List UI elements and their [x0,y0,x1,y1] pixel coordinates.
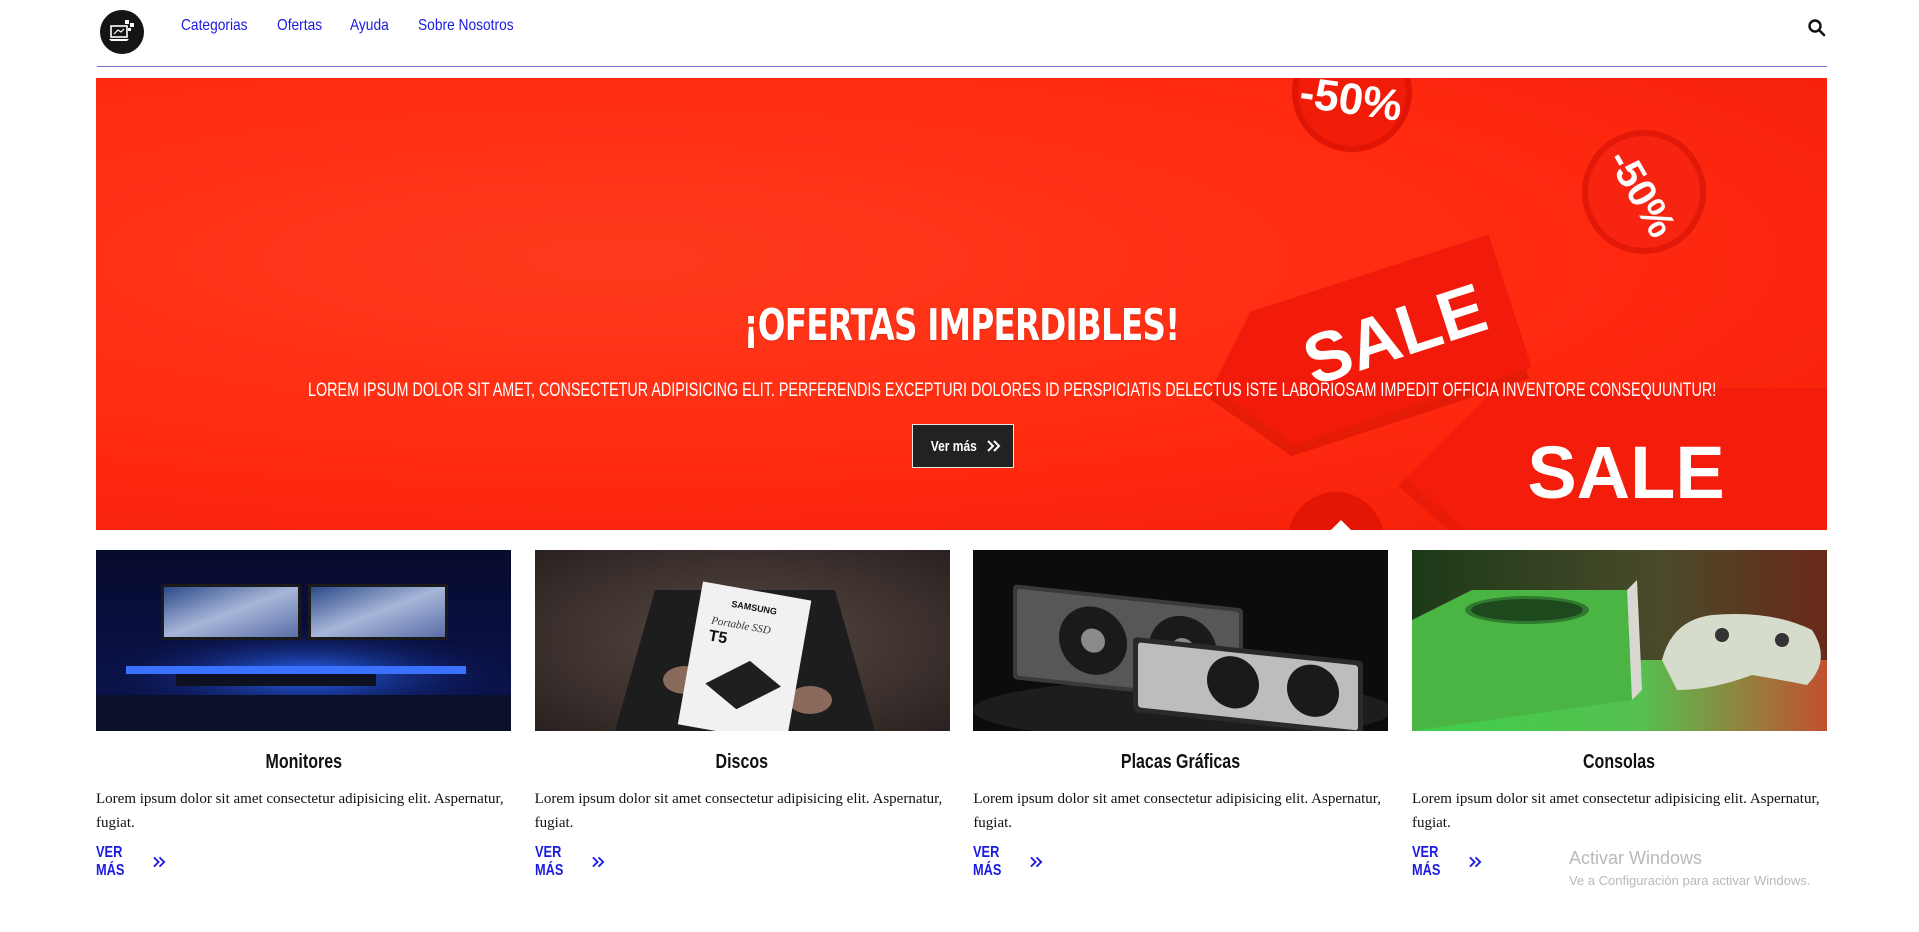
double-chevron-right-icon [1030,856,1043,868]
ver-mas-link[interactable]: VER MÁS [96,844,166,880]
disks-image: SAMSUNG Portable SSD T5 [534,550,950,731]
search-icon[interactable] [1807,18,1827,38]
card-description: Lorem ipsum dolor sit amet consectetur a… [96,791,504,831]
carousel-indicator [1331,520,1351,530]
card-description: Lorem ipsum dolor sit amet consectetur a… [973,791,1381,831]
nav-item-ayuda[interactable]: Ayuda [350,17,389,35]
double-chevron-right-icon [591,856,605,868]
card-description: Lorem ipsum dolor sit amet consectetur a… [1411,791,1820,831]
card-description: Lorem ipsum dolor sit amet consectetur a… [534,791,943,831]
watermark-subtitle: Ve a Configuración para activar Windows. [1569,873,1811,888]
category-card-placas-graficas: Placas Gráficas Lorem ipsum dolor sit am… [973,550,1389,880]
card-title: Monitores [265,751,342,773]
hero-banner: -50% -50% SALE SALE ¡OFERTAS IMPERDIBLES… [96,78,1827,530]
logo[interactable] [100,10,144,54]
ver-mas-button-label: Ver más [930,437,978,455]
ver-mas-link[interactable]: VER MÁS [535,844,605,880]
ver-mas-button[interactable]: Ver más [912,424,1014,468]
hero-title: ¡OFERTAS IMPERDIBLES! [743,300,1180,351]
card-title: Discos [715,751,769,773]
watermark-title: Activar Windows [1569,848,1703,868]
category-cards: Monitores Lorem ipsum dolor sit amet con… [96,550,1827,880]
nav-item-ofertas[interactable]: Ofertas [277,17,322,35]
category-card-consolas: Consolas Lorem ipsum dolor sit amet cons… [1411,550,1827,880]
sale-tag-text: SALE [1527,431,1724,514]
monitors-image [96,550,511,731]
double-chevron-right-icon [1469,856,1482,868]
ver-mas-link[interactable]: VER MÁS [1412,844,1482,880]
category-card-monitores: Monitores Lorem ipsum dolor sit amet con… [96,550,511,880]
windows-activation-watermark: Activar Windows Ve a Configuración para … [1569,848,1810,888]
hero-subtitle: Lorem ipsum dolor sit amet, consectetur … [308,380,1717,401]
category-card-discos: SAMSUNG Portable SSD T5 Discos Lorem ips… [534,550,950,880]
card-title: Placas Gráficas [1121,751,1241,773]
disk-model-text: T5 [707,627,728,647]
double-chevron-right-icon [153,856,166,868]
nav-item-categorias[interactable]: Categorias [181,17,248,35]
main-nav: Categorias Ofertas Ayuda Sobre Nosotros [181,17,521,35]
laptop-logo-icon [109,20,134,41]
double-chevron-right-icon [987,440,1001,452]
card-title: Consolas [1583,751,1656,773]
consoles-image [1411,550,1827,731]
ver-mas-link[interactable]: VER MÁS [973,844,1043,880]
graphics-cards-image [973,550,1389,731]
site-header: Categorias Ofertas Ayuda Sobre Nosotros [97,0,1827,67]
nav-item-sobre-nosotros[interactable]: Sobre Nosotros [418,17,514,35]
